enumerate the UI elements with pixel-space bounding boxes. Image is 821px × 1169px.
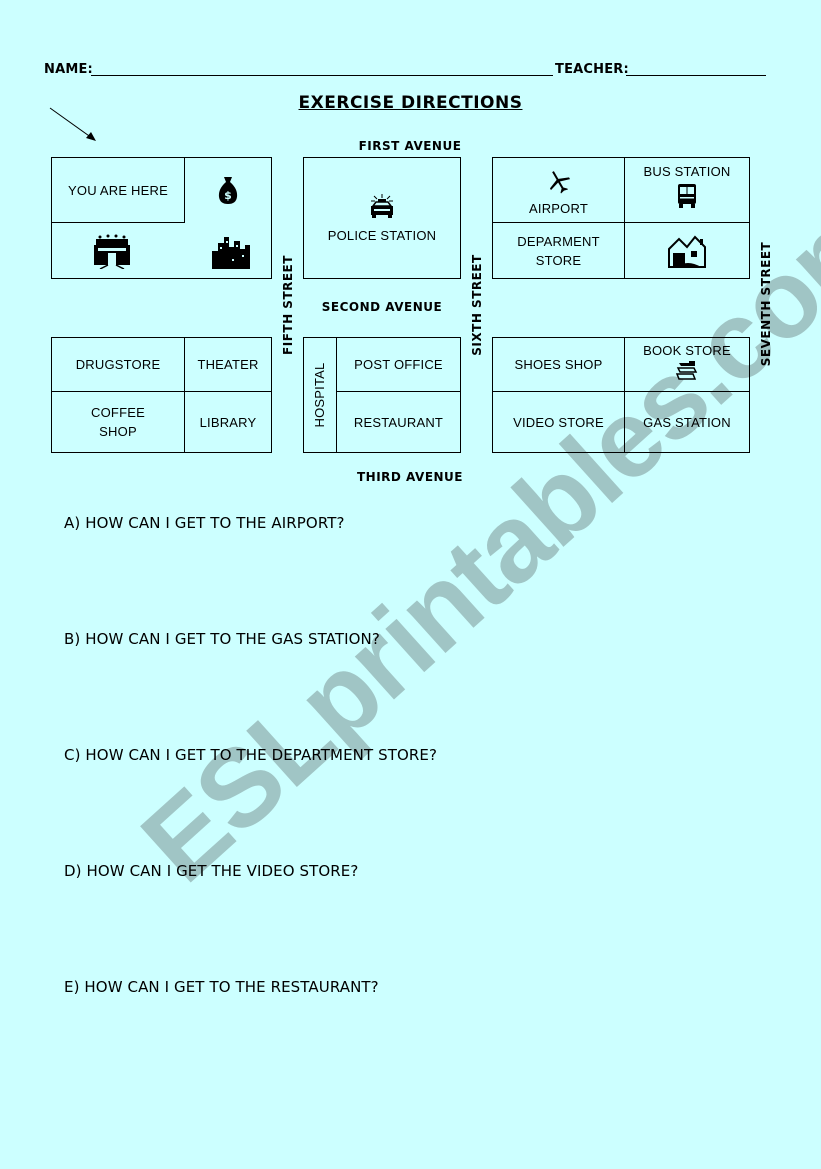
gas-station-cell[interactable]: GAS STATION: [625, 392, 749, 452]
name-label: NAME:: [44, 62, 93, 77]
question-a: A) HOW CAN I GET TO THE AIRPORT?: [64, 514, 345, 532]
block-bottom-middle: HOSPITAL POST OFFICE RESTAURANT: [303, 337, 461, 453]
book-store-label: BOOK STORE: [643, 343, 731, 358]
svg-text:$: $: [224, 189, 232, 202]
video-store-label: VIDEO STORE: [513, 414, 604, 430]
airport-cell[interactable]: AIRPORT: [493, 158, 624, 222]
theater-cell[interactable]: THEATER: [185, 338, 271, 391]
drugstore-label: DRUGSTORE: [75, 357, 161, 372]
shoes-shop-label: SHOES SHOP: [514, 357, 603, 372]
drugstore-cell[interactable]: DRUGSTORE: [52, 338, 184, 391]
block-top-right: AIRPORT BUS STATION DEPARMENT STORE: [492, 157, 750, 279]
question-text: HOW CAN I GET TO THE AIRPORT?: [85, 514, 345, 532]
block-top-middle: POLICE STATION: [303, 157, 461, 279]
question-text: HOW CAN I GET TO THE RESTAURANT?: [84, 978, 379, 996]
third-avenue-label: THIRD AVENUE: [356, 470, 463, 484]
question-letter: B): [64, 630, 81, 648]
houses-cell[interactable]: [625, 223, 749, 278]
hospital-label: HOSPITAL: [312, 362, 327, 428]
police-station-label: POLICE STATION: [327, 227, 437, 243]
video-store-cell[interactable]: VIDEO STORE: [493, 392, 624, 452]
teacher-field[interactable]: [626, 75, 766, 76]
airplane-icon: [549, 171, 570, 194]
bus-icon: [678, 184, 696, 208]
restaurant-cell[interactable]: RESTAURANT: [337, 392, 460, 452]
gas-station-label: GAS STATION: [643, 414, 731, 430]
question-text: HOW CAN I GET TO THE DEPARTMENT STORE?: [85, 746, 438, 764]
coffee-shop-label-line2: SHOP: [99, 424, 137, 439]
bus-station-cell[interactable]: BUS STATION: [625, 158, 749, 222]
restaurant-label: RESTAURANT: [353, 414, 444, 430]
police-car-icon: [371, 193, 393, 218]
library-label: LIBRARY: [199, 414, 257, 430]
department-store-cell[interactable]: DEPARMENT STORE: [493, 223, 624, 278]
stadium-cell[interactable]: [52, 223, 172, 278]
question-letter: A): [64, 514, 81, 532]
question-letter: C): [64, 746, 81, 764]
department-store-label-line2: STORE: [535, 252, 582, 268]
books-icon: [675, 361, 698, 380]
book-store-cell[interactable]: BOOK STORE: [625, 338, 749, 391]
first-avenue-label: FIRST AVENUE: [358, 139, 462, 153]
money-bag-icon: $: [218, 177, 238, 204]
fifth-street-label: FIFTH STREET: [281, 255, 295, 355]
question-c: C) HOW CAN I GET TO THE DEPARTMENT STORE…: [64, 746, 437, 764]
block-bottom-left: DRUGSTORE THEATER COFFEE SHOP LIBRARY: [51, 337, 272, 453]
question-d: D) HOW CAN I GET THE VIDEO STORE?: [64, 862, 358, 880]
second-avenue-label: SECOND AVENUE: [321, 300, 443, 314]
question-text: HOW CAN I GET THE VIDEO STORE?: [86, 862, 359, 880]
you-are-here-cell[interactable]: YOU ARE HERE: [52, 158, 184, 222]
houses-icon: [668, 235, 706, 268]
post-office-label: POST OFFICE: [354, 357, 443, 372]
city-cell[interactable]: [192, 223, 272, 278]
airport-label: AIRPORT: [529, 201, 588, 216]
question-letter: D): [64, 862, 82, 880]
hospital-cell[interactable]: HOSPITAL: [304, 338, 336, 452]
block-top-left: YOU ARE HERE $: [51, 157, 272, 279]
question-text: HOW CAN I GET TO THE GAS STATION?: [85, 630, 380, 648]
post-office-cell[interactable]: POST OFFICE: [337, 338, 460, 391]
seventh-street-label: SEVENTH STREET: [759, 241, 773, 367]
question-letter: E): [64, 978, 80, 996]
you-are-here-arrow-icon: [49, 107, 96, 141]
city-skyline-icon: [212, 236, 250, 269]
library-cell[interactable]: LIBRARY: [185, 392, 271, 452]
question-b: B) HOW CAN I GET TO THE GAS STATION?: [64, 630, 380, 648]
you-are-here-label: YOU ARE HERE: [68, 182, 168, 198]
question-e: E) HOW CAN I GET TO THE RESTAURANT?: [64, 978, 379, 996]
name-field[interactable]: [91, 75, 553, 76]
stadium-icon: [94, 234, 130, 269]
theater-label: THEATER: [197, 357, 259, 372]
department-store-label-line1: DEPARMENT: [517, 233, 600, 249]
teacher-label: TEACHER:: [555, 62, 629, 77]
shoes-shop-cell[interactable]: SHOES SHOP: [493, 338, 624, 391]
page-title: EXERCISE DIRECTIONS: [298, 93, 523, 113]
block-bottom-right: SHOES SHOP BOOK STORE VIDEO STORE GAS ST…: [492, 337, 750, 453]
coffee-shop-cell[interactable]: COFFEE SHOP: [52, 392, 184, 452]
coffee-shop-label-line1: COFFEE: [91, 405, 145, 420]
sixth-street-label: SIXTH STREET: [470, 254, 484, 356]
bank-cell[interactable]: $: [185, 158, 271, 222]
police-station-cell[interactable]: POLICE STATION: [304, 158, 460, 278]
bus-station-label: BUS STATION: [643, 164, 731, 179]
